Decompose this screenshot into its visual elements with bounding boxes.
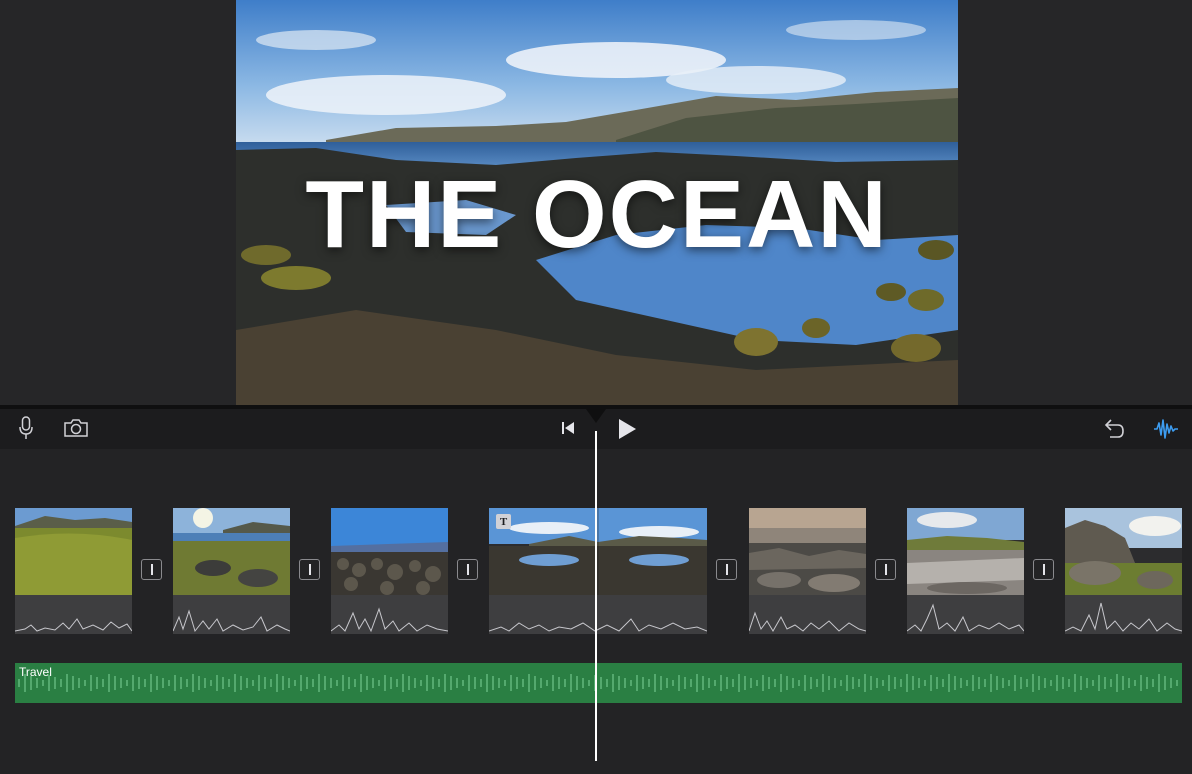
video-clip[interactable] [330, 508, 449, 634]
transition-button[interactable] [1033, 559, 1054, 580]
camera-icon[interactable] [62, 415, 90, 441]
clip-thumbnail [1065, 508, 1182, 595]
clip-thumbnail: T [489, 508, 707, 595]
clip-thumbnail [907, 508, 1024, 595]
transition-button[interactable] [875, 559, 896, 580]
video-clip[interactable] [748, 508, 867, 634]
video-clip[interactable] [14, 508, 133, 634]
clip-thumbnail [173, 508, 290, 595]
transition-button[interactable] [141, 559, 162, 580]
playhead[interactable] [595, 431, 597, 761]
transition-button[interactable] [299, 559, 320, 580]
transition-button[interactable] [716, 559, 737, 580]
video-preview[interactable]: THE OCEAN [236, 0, 958, 405]
clip-thumbnail [331, 508, 448, 595]
clip-audio-waveform [1064, 595, 1183, 634]
play-icon[interactable] [614, 415, 640, 443]
clip-audio-waveform [748, 595, 867, 634]
clip-audio-waveform [172, 595, 291, 634]
video-clip[interactable] [906, 508, 1025, 634]
clip-thumbnail [15, 508, 132, 595]
playhead-marker[interactable] [586, 409, 606, 423]
clip-audio-waveform [906, 595, 1025, 634]
music-track-label: Travel [19, 665, 52, 679]
video-clip-with-title[interactable]: T [488, 508, 708, 634]
audio-waveform-icon[interactable] [1152, 416, 1180, 442]
title-badge-icon: T [496, 514, 511, 529]
video-clip[interactable] [172, 508, 291, 634]
undo-icon[interactable] [1100, 416, 1126, 442]
skip-to-start-icon[interactable] [558, 417, 578, 439]
transition-button[interactable] [457, 559, 478, 580]
music-track-waveform [18, 674, 1178, 692]
clip-audio-waveform [330, 595, 449, 634]
microphone-icon[interactable] [14, 415, 38, 441]
clip-audio-waveform [488, 595, 708, 634]
music-track[interactable]: Travel [15, 663, 1182, 703]
clip-audio-waveform [14, 595, 133, 634]
preview-viewer: THE OCEAN [0, 0, 1192, 405]
clip-thumbnail [749, 508, 866, 595]
title-overlay-text[interactable]: THE OCEAN [236, 160, 958, 270]
video-clip[interactable] [1064, 508, 1183, 634]
